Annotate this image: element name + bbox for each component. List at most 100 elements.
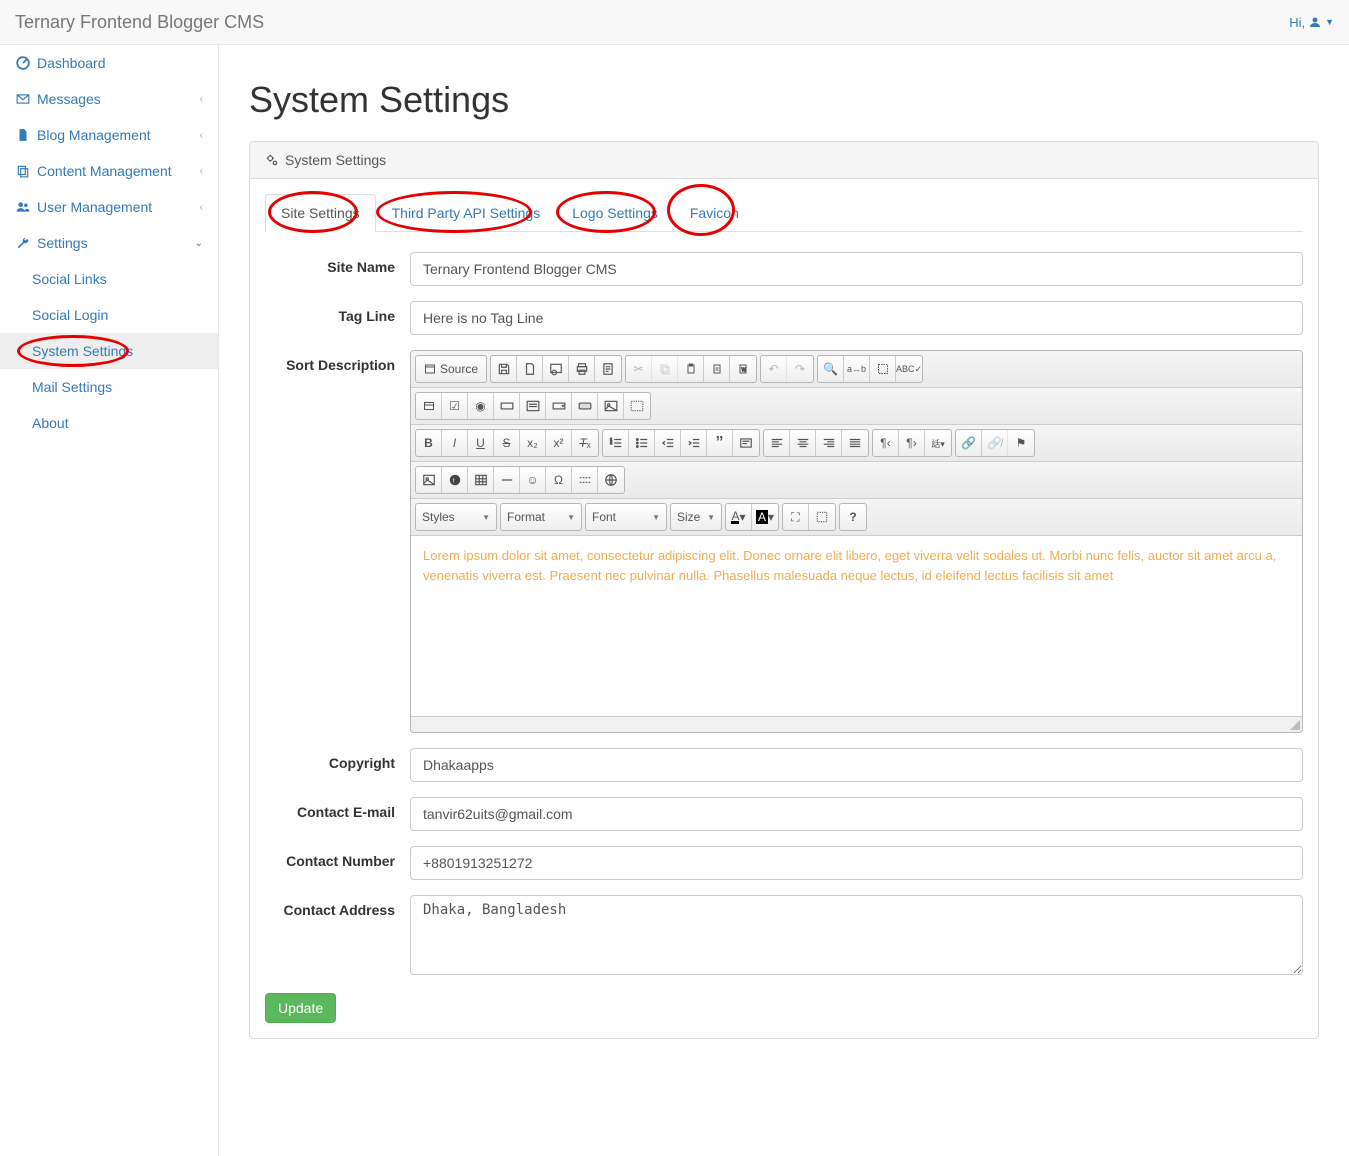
- preview-icon[interactable]: [543, 356, 569, 382]
- panel-heading: System Settings: [250, 142, 1318, 179]
- table-icon[interactable]: [468, 467, 494, 493]
- textfield-icon[interactable]: [494, 393, 520, 419]
- bgcolor-icon[interactable]: A▾: [752, 504, 778, 530]
- rtl-icon[interactable]: ¶›: [899, 430, 925, 456]
- numbered-list-icon[interactable]: 12: [603, 430, 629, 456]
- templates-icon[interactable]: [595, 356, 621, 382]
- cut-icon[interactable]: ✂: [626, 356, 652, 382]
- svg-text:W: W: [742, 368, 747, 374]
- flash-icon[interactable]: f: [442, 467, 468, 493]
- bullet-list-icon[interactable]: [629, 430, 655, 456]
- sidebar-sub-label: Social Links: [32, 271, 107, 287]
- tab-site-settings[interactable]: Site Settings: [265, 194, 376, 232]
- sidebar-sub-system-settings[interactable]: System Settings: [0, 333, 218, 369]
- radio-icon[interactable]: ◉: [468, 393, 494, 419]
- checkbox-icon[interactable]: ☑: [442, 393, 468, 419]
- paste-word-icon[interactable]: W: [730, 356, 756, 382]
- superscript-icon[interactable]: x²: [546, 430, 572, 456]
- underline-icon[interactable]: U: [468, 430, 494, 456]
- font-select[interactable]: Font▼: [586, 504, 666, 530]
- sidebar-sub-about[interactable]: About: [0, 405, 218, 441]
- chevron-left-icon: ‹: [200, 94, 203, 105]
- unlink-icon[interactable]: 🔗̸: [982, 430, 1008, 456]
- hr-icon[interactable]: [494, 467, 520, 493]
- editor-resize[interactable]: [411, 716, 1302, 732]
- update-button[interactable]: Update: [265, 993, 336, 1023]
- file-icon: [15, 127, 31, 143]
- align-right-icon[interactable]: [816, 430, 842, 456]
- align-center-icon[interactable]: [790, 430, 816, 456]
- italic-icon[interactable]: I: [442, 430, 468, 456]
- paste-text-icon[interactable]: [704, 356, 730, 382]
- sidebar-item-messages[interactable]: Messages ‹: [0, 81, 218, 117]
- select-icon[interactable]: [546, 393, 572, 419]
- textarea-icon[interactable]: [520, 393, 546, 419]
- sidebar-sub-social-login[interactable]: Social Login: [0, 297, 218, 333]
- sidebar-item-users[interactable]: User Management ‹: [0, 189, 218, 225]
- blockquote-icon[interactable]: ”: [707, 430, 733, 456]
- spellcheck-icon[interactable]: ABC✓: [896, 356, 922, 382]
- remove-format-icon[interactable]: Tₓ: [572, 430, 598, 456]
- button-icon[interactable]: [572, 393, 598, 419]
- find-icon[interactable]: 🔍: [818, 356, 844, 382]
- sidebar-sub-mail-settings[interactable]: Mail Settings: [0, 369, 218, 405]
- sidebar-item-settings[interactable]: Settings ⌄: [0, 225, 218, 261]
- ltr-icon[interactable]: ¶‹: [873, 430, 899, 456]
- tab-third-party-api[interactable]: Third Party API Settings: [376, 194, 557, 232]
- tag-line-input[interactable]: [410, 301, 1303, 335]
- newpage-icon[interactable]: [517, 356, 543, 382]
- tab-favicon[interactable]: Favicon: [674, 194, 755, 232]
- user-menu[interactable]: Hi, ▼: [1289, 15, 1334, 30]
- smiley-icon[interactable]: ☺: [520, 467, 546, 493]
- image-icon[interactable]: [416, 467, 442, 493]
- showblocks-icon[interactable]: [809, 504, 835, 530]
- justify-icon[interactable]: [842, 430, 868, 456]
- link-icon[interactable]: 🔗: [956, 430, 982, 456]
- bold-icon[interactable]: B: [416, 430, 442, 456]
- copy-icon[interactable]: [652, 356, 678, 382]
- maximize-icon[interactable]: ⛶: [783, 504, 809, 530]
- size-select[interactable]: Size▼: [671, 504, 721, 530]
- styles-select[interactable]: Styles▼: [416, 504, 496, 530]
- hidden-field-icon[interactable]: [624, 393, 650, 419]
- undo-icon[interactable]: ↶: [761, 356, 787, 382]
- form-icon[interactable]: [416, 393, 442, 419]
- save-icon[interactable]: [491, 356, 517, 382]
- selectall-icon[interactable]: [870, 356, 896, 382]
- anchor-icon[interactable]: ⚑: [1008, 430, 1034, 456]
- tab-logo-settings[interactable]: Logo Settings: [556, 194, 674, 232]
- textcolor-icon[interactable]: A▾: [726, 504, 752, 530]
- imagebutton-icon[interactable]: [598, 393, 624, 419]
- caret-down-icon: ▼: [1325, 17, 1334, 27]
- sidebar-item-content[interactable]: Content Management ‹: [0, 153, 218, 189]
- paste-icon[interactable]: [678, 356, 704, 382]
- outdent-icon[interactable]: [655, 430, 681, 456]
- copyright-input[interactable]: [410, 748, 1303, 782]
- pagebreak-icon[interactable]: [572, 467, 598, 493]
- div-icon[interactable]: [733, 430, 759, 456]
- contact-address-textarea[interactable]: [410, 895, 1303, 975]
- iframe-icon[interactable]: [598, 467, 624, 493]
- format-select[interactable]: Format▼: [501, 504, 581, 530]
- contact-email-input[interactable]: [410, 797, 1303, 831]
- print-icon[interactable]: [569, 356, 595, 382]
- source-button[interactable]: Source: [416, 356, 486, 382]
- strike-icon[interactable]: S: [494, 430, 520, 456]
- specialchar-icon[interactable]: Ω: [546, 467, 572, 493]
- sidebar-item-dashboard[interactable]: Dashboard: [0, 45, 218, 81]
- sidebar-sub-label: Mail Settings: [32, 379, 112, 395]
- sidebar-item-blog[interactable]: Blog Management ‹: [0, 117, 218, 153]
- contact-number-input[interactable]: [410, 846, 1303, 880]
- sidebar-sub-social-links[interactable]: Social Links: [0, 261, 218, 297]
- editor-content[interactable]: Lorem ipsum dolor sit amet, consectetur …: [411, 536, 1302, 716]
- subscript-icon[interactable]: x₂: [520, 430, 546, 456]
- align-left-icon[interactable]: [764, 430, 790, 456]
- language-icon[interactable]: 話▾: [925, 430, 951, 456]
- redo-icon[interactable]: ↷: [787, 356, 813, 382]
- indent-icon[interactable]: [681, 430, 707, 456]
- about-icon[interactable]: ?: [840, 504, 866, 530]
- site-name-input[interactable]: [410, 252, 1303, 286]
- replace-icon[interactable]: a↔b: [844, 356, 870, 382]
- copy-icon: [15, 163, 31, 179]
- brand-title[interactable]: Ternary Frontend Blogger CMS: [15, 12, 264, 33]
